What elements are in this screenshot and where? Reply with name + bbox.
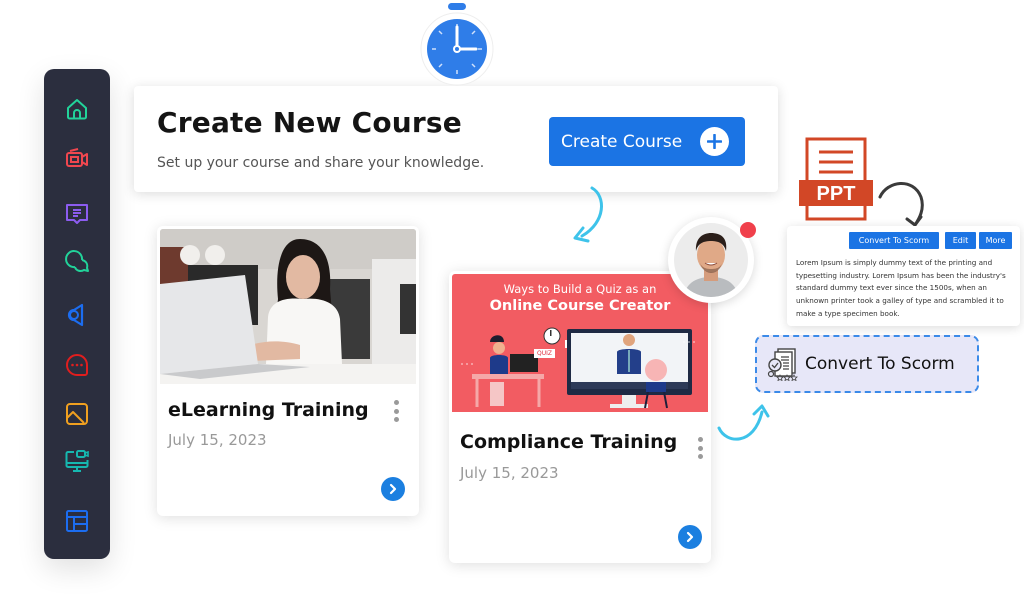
comment-dots-icon — [66, 353, 88, 376]
banner-quiz-tag: QUIZ — [534, 349, 555, 358]
sidebar-item-messages[interactable] — [64, 201, 90, 227]
open-course-button[interactable] — [381, 477, 405, 501]
course-date: July 15, 2023 — [460, 464, 559, 482]
course-title: eLearning Training — [168, 399, 369, 421]
chevron-right-icon — [389, 483, 397, 495]
create-course-button[interactable]: Create Course — [549, 117, 745, 166]
certificate-document-icon — [767, 348, 798, 381]
sidebar-item-webinar[interactable] — [64, 448, 90, 474]
page-title: Create New Course — [157, 106, 462, 139]
stopwatch-icon — [420, 3, 494, 86]
image-icon — [66, 403, 88, 425]
sidebar-item-home[interactable] — [64, 96, 90, 122]
sidebar-item-layout[interactable] — [64, 508, 90, 534]
more-options-icon[interactable] — [391, 400, 401, 426]
course-title: Compliance Training — [460, 431, 678, 453]
convert-to-scorm-dropzone[interactable]: Convert To Scorm — [755, 335, 979, 393]
megaphone-icon — [67, 303, 84, 327]
document-details-card: Convert To Scorm Edit More Lorem Ipsum i… — [787, 226, 1020, 326]
sidebar — [44, 69, 110, 559]
sidebar-item-media[interactable] — [64, 401, 90, 427]
sidebar-item-comments[interactable] — [64, 352, 90, 378]
sidebar-item-chat[interactable] — [64, 249, 90, 275]
convert-to-scorm-button[interactable]: Convert To Scorm — [849, 232, 939, 249]
plus-icon — [700, 127, 729, 156]
create-course-panel: Create New Course Set up your course and… — [134, 86, 778, 192]
ppt-file-icon: PPT — [799, 137, 873, 221]
ppt-label: PPT — [817, 183, 856, 205]
document-description: Lorem Ipsum is simply dummy text of the … — [796, 258, 1006, 318]
sidebar-item-video[interactable] — [64, 145, 90, 171]
curved-arrow-down-icon — [573, 186, 603, 243]
edit-button[interactable]: Edit — [945, 232, 976, 249]
course-card[interactable]: Ways to Build a Quiz as an Online Course… — [449, 271, 711, 563]
notification-dot — [740, 222, 756, 238]
video-camera-icon — [66, 148, 88, 167]
monitor-camera-icon — [65, 450, 89, 472]
convert-to-scorm-label: Convert To Scorm — [805, 354, 955, 374]
create-course-label: Create Course — [561, 131, 683, 152]
course-thumbnail-woman-laptop — [160, 229, 416, 384]
more-button[interactable]: More — [979, 232, 1012, 249]
sidebar-item-announcements[interactable] — [64, 302, 90, 328]
chat-bubbles-icon — [65, 250, 89, 272]
layout-panels-icon — [66, 510, 88, 532]
chevron-right-icon — [686, 531, 694, 543]
page-subtitle: Set up your course and share your knowle… — [157, 155, 485, 171]
open-course-button[interactable] — [678, 525, 702, 549]
more-options-icon[interactable] — [695, 437, 705, 463]
home-icon — [67, 99, 87, 120]
message-text-icon — [66, 204, 88, 224]
course-card[interactable]: eLearning Training July 15, 2023 — [157, 226, 419, 516]
curved-arrow-up-icon — [717, 404, 770, 441]
course-date: July 15, 2023 — [168, 431, 267, 449]
